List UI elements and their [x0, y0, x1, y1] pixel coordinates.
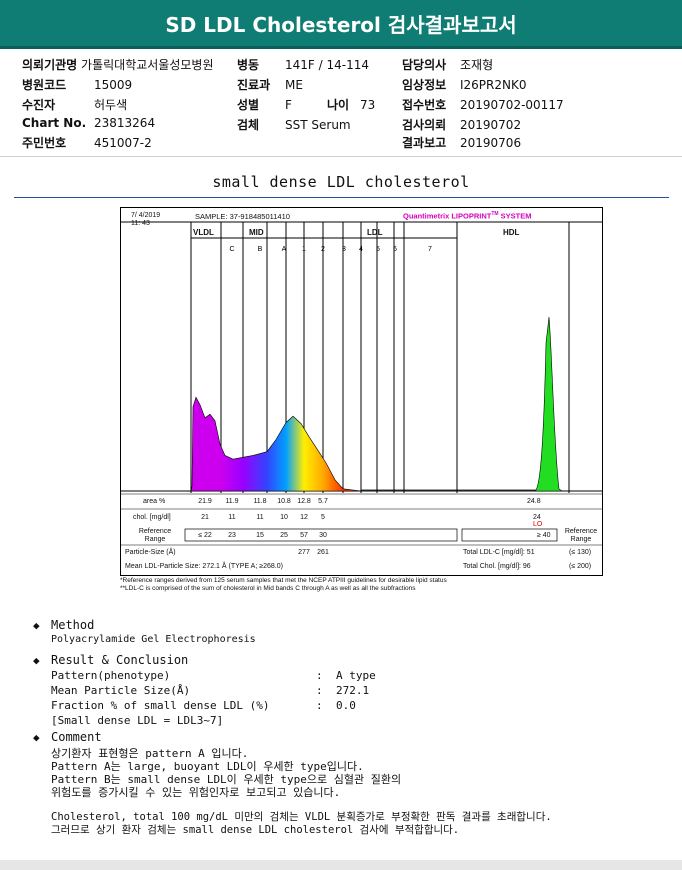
- info-resident-no: 주민번호 451007-2: [22, 136, 152, 150]
- ref-value: 30: [319, 532, 327, 539]
- ref-value: 57: [300, 532, 308, 539]
- chol-value: 10: [280, 514, 288, 521]
- band-label-6: 6: [393, 246, 397, 253]
- band-label-3: 3: [342, 246, 346, 253]
- info-hospital-code: 병원코드 15009: [22, 78, 133, 92]
- band-label-1: 1: [302, 246, 306, 253]
- hdl-peak: [534, 317, 563, 492]
- band-label-7: 7: [428, 246, 432, 253]
- comment-line-4: 위험도를 증가시킬 수 있는 위험인자로 보고되고 있습니다.: [51, 786, 341, 799]
- mean-particle-size: Mean LDL-Particle Size: 272.1 Å (TYPE A;…: [125, 563, 283, 570]
- method-heading: ◆ Method: [33, 618, 95, 632]
- chart-title: small dense LDL cholesterol: [212, 173, 470, 191]
- divider: [0, 156, 682, 157]
- result-row-size: Mean Particle Size(Å):272.1: [51, 684, 370, 697]
- comment-heading: ◆ Comment: [33, 730, 102, 744]
- chol-value: 11: [228, 514, 236, 521]
- info-report-date: 결과보고 20190706: [402, 136, 522, 150]
- total-chol-ref: (≤ 200): [569, 563, 592, 570]
- info-receipt-no: 접수번호 20190702-00117: [402, 98, 564, 112]
- comment-line-7: 그러므로 상기 환자 검체는 small dense LDL cholester…: [51, 824, 460, 836]
- info-chart-no: Chart No. 23813264: [22, 116, 156, 130]
- info-department: 진료과 ME: [237, 78, 303, 92]
- area-value: 12.8: [297, 498, 311, 505]
- area-value: 10.8: [277, 498, 291, 505]
- result-row-pattern: Pattern(phenotype): A type: [51, 669, 376, 682]
- area-value: 11.9: [225, 498, 239, 505]
- area-value: 21.9: [198, 498, 212, 505]
- info-patient: 수진자 허두색: [22, 98, 128, 112]
- title-underline: [14, 197, 669, 198]
- area-value: 11.8: [253, 498, 267, 505]
- band-label-5: 5: [376, 246, 380, 253]
- result-note: [Small dense LDL = LDL3~7]: [51, 714, 224, 727]
- chol-value: 5: [321, 514, 325, 521]
- chol-value: 21: [201, 514, 209, 521]
- info-requester: 의뢰기관명 가톨릭대학교서울성모병원: [22, 58, 214, 72]
- electrophoresis-plot: CBA1234567: [121, 221, 602, 546]
- info-request-date: 검사의뢰 20190702: [402, 118, 522, 132]
- chol-value: 11: [256, 514, 264, 521]
- footnote-2: **LDL-C is comprised of the sum of chole…: [120, 585, 416, 592]
- diamond-icon: ◆: [33, 654, 40, 667]
- total-ldl-ref: (≤ 130): [569, 549, 592, 556]
- info-doctor: 담당의사 조재형: [402, 58, 494, 72]
- row-label-chol: chol. [mg/dl]: [133, 514, 171, 521]
- band-label-C: C: [229, 246, 234, 253]
- diamond-icon: ◆: [33, 731, 40, 744]
- total-chol: Total Chol. [mg/dl]: 96: [463, 563, 531, 570]
- total-ldl: Total LDL-C [mg/dl]: 51: [463, 549, 535, 556]
- info-ward: 병동 141F / 14-114: [237, 58, 369, 72]
- report-title: SD LDL Cholesterol 검사결과보고서: [0, 0, 682, 49]
- info-age: 나이 73: [327, 98, 376, 112]
- info-specimen: 검체 SST Serum: [237, 118, 351, 132]
- chol-value: 12: [300, 514, 308, 521]
- lipoprotein-profile: [190, 396, 362, 492]
- band-label-4: 4: [359, 246, 363, 253]
- hdl-flag: LO: [533, 521, 543, 528]
- ref-value: 23: [228, 532, 236, 539]
- lipoprint-chart: 7/ 4/2019 11: 43 SAMPLE: 37-918485011410…: [120, 207, 603, 576]
- area-value: 5.7: [318, 498, 328, 505]
- row-label-size: Particle-Size (Å): [125, 549, 176, 556]
- row-label-area: area %: [143, 498, 166, 505]
- result-heading: ◆ Result & Conclusion: [33, 653, 189, 667]
- result-row-fraction: Fraction % of small dense LDL (%):0.0: [51, 699, 356, 712]
- footnote-1: *Reference ranges derived from 125 serum…: [120, 577, 447, 584]
- bottom-bar: [0, 860, 682, 870]
- hdl-ref: ≥ 40: [537, 532, 551, 539]
- hdl-area: 24.8: [527, 498, 541, 505]
- ref-value: 15: [256, 532, 264, 539]
- info-sex: 성별 F: [237, 98, 292, 112]
- ref-value: ≤ 22: [198, 532, 212, 539]
- ref-right-label: Reference Range: [564, 528, 598, 543]
- band-label-2: 2: [321, 246, 325, 253]
- method-text: Polyacrylamide Gel Electrophoresis: [51, 634, 256, 645]
- band-label-B: B: [258, 246, 263, 253]
- row-label-ref: Reference Range: [138, 528, 172, 543]
- hdl-chol: 24: [533, 514, 541, 521]
- info-clinical: 임상정보 I26PR2NK0: [402, 78, 527, 92]
- diamond-icon: ◆: [33, 619, 40, 632]
- band-label-A: A: [282, 246, 287, 253]
- ref-value: 25: [280, 532, 288, 539]
- particle-size-value: 261: [317, 549, 329, 556]
- particle-size-value: 277: [298, 549, 310, 556]
